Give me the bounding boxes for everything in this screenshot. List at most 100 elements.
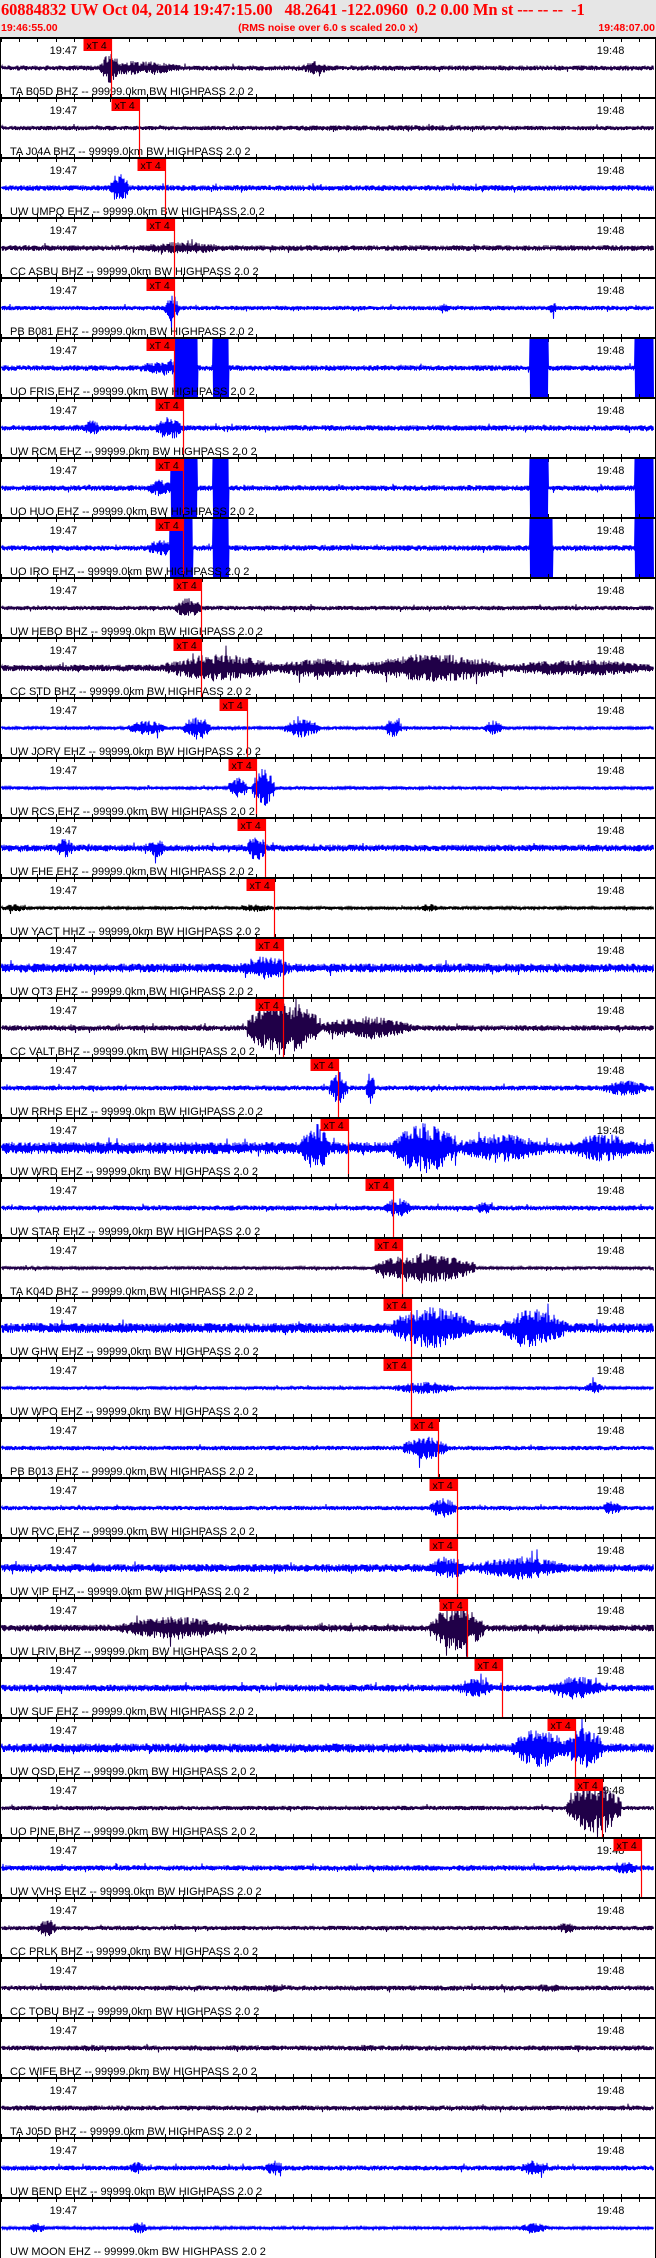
time-tick-label: 19:47	[50, 1005, 78, 1017]
waveform-trace	[0, 716, 654, 740]
station-label: UO FRIS EHZ -- 99999.0km BW HIGHPASS 2.0…	[10, 386, 255, 398]
time-tick-label: 19:47	[50, 1245, 78, 1257]
pick-marker-label: xT 4	[141, 160, 161, 172]
station-label: CC WIFE BHZ -- 99999.0km BW HIGHPASS 2.0…	[10, 2066, 257, 2078]
time-tick-label: 19:48	[597, 885, 625, 897]
pick-marker-label: xT 4	[551, 1720, 571, 1732]
waveform-trace	[0, 1436, 654, 1468]
time-tick-label: 19:48	[597, 705, 625, 717]
time-tick-label: 19:47	[50, 2025, 78, 2037]
waveform-trace	[0, 1549, 654, 1580]
station-label: TA B05D BHZ -- 99999.0km BW HIGHPASS 2.0…	[10, 86, 254, 98]
waveform-trace	[0, 2160, 654, 2178]
time-tick-label: 19:48	[597, 1545, 625, 1557]
time-tick-label: 19:47	[50, 1845, 78, 1857]
waveform-trace	[0, 956, 654, 980]
pick-marker-label: xT 4	[369, 1180, 389, 1192]
time-tick-label: 19:48	[597, 645, 625, 657]
time-tick-label: 19:47	[50, 2145, 78, 2157]
time-tick-label: 19:48	[597, 2145, 625, 2157]
time-tick-label: 19:47	[50, 1905, 78, 1917]
time-tick-label: 19:48	[597, 2085, 625, 2097]
pick-marker-label: xT 4	[314, 1060, 334, 1072]
time-tick-label: 19:48	[597, 1245, 625, 1257]
time-tick-label: 19:47	[50, 765, 78, 777]
time-tick-label: 19:48	[597, 105, 625, 117]
time-tick-label: 19:47	[50, 1125, 78, 1137]
pick-marker-label: xT 4	[259, 940, 279, 952]
time-tick-label: 19:48	[597, 405, 625, 417]
station-label: TA J05D BHZ -- 99999.0km BW HIGHPASS 2.0…	[10, 2126, 252, 2138]
time-tick-label: 19:48	[597, 1905, 625, 1917]
time-tick-label: 19:47	[50, 2205, 78, 2217]
waveform-trace	[0, 2043, 654, 2053]
time-tick-label: 19:47	[50, 1185, 78, 1197]
waveform-trace	[0, 837, 654, 864]
time-tick-label: 19:47	[50, 885, 78, 897]
station-label: UW JORV EHZ -- 99999.0km BW HIGHPASS 2.0…	[10, 746, 261, 758]
waveform-trace	[0, 1377, 654, 1394]
pick-marker-label: xT 4	[414, 1420, 434, 1432]
waveform-trace	[0, 1498, 654, 1518]
time-tick-label: 19:47	[50, 1365, 78, 1377]
station-label: CC STD BHZ -- 99999.0km BW HIGHPASS 2.0 …	[10, 686, 251, 698]
pick-marker-label: xT 4	[617, 1840, 637, 1852]
time-tick-label: 19:47	[50, 1425, 78, 1437]
time-tick-label: 19:47	[50, 1665, 78, 1677]
time-tick-label: 19:47	[50, 1065, 78, 1077]
time-tick-label: 19:47	[50, 645, 78, 657]
rms-note: (RMS noise over 6.0 s scaled 20.0 x)	[238, 22, 418, 34]
waveform-trace	[0, 1673, 654, 1700]
time-tick-label: 19:48	[597, 1305, 625, 1317]
station-label: UW OSD EHZ -- 99999.0km BW HIGHPASS 2.0 …	[10, 1766, 256, 1778]
time-tick-label: 19:47	[50, 1605, 78, 1617]
waveform-trace	[0, 54, 654, 83]
time-tick-label: 19:47	[50, 405, 78, 417]
time-tick-label: 19:48	[597, 465, 625, 477]
station-label: UW RRHS EHZ -- 99999.0km BW HIGHPASS 2.0…	[10, 1106, 263, 1118]
time-tick-label: 19:48	[597, 1005, 625, 1017]
time-tick-label: 19:47	[50, 1545, 78, 1557]
time-tick-label: 19:48	[597, 1365, 625, 1377]
waveform-trace	[0, 1303, 654, 1349]
time-tick-label: 19:48	[597, 285, 625, 297]
pick-marker-label: xT 4	[250, 880, 270, 892]
waveform-trace	[0, 417, 654, 439]
pick-marker-label: xT 4	[578, 1780, 598, 1792]
time-tick-label: 19:47	[50, 165, 78, 177]
time-tick-label: 19:48	[597, 1125, 625, 1137]
time-tick-label: 19:47	[50, 2085, 78, 2097]
station-label: TA J04A BHZ -- 99999.0km BW HIGHPASS 2.0…	[10, 146, 250, 158]
pick-marker-label: xT 4	[478, 1660, 498, 1672]
pick-marker-label: xT 4	[387, 1300, 407, 1312]
time-tick-label: 19:48	[597, 165, 625, 177]
station-label: UW OT3 EHZ -- 99999.0km BW HIGHPASS 2.0 …	[10, 986, 253, 998]
waveform-trace	[0, 598, 654, 616]
time-tick-label: 19:47	[50, 105, 78, 117]
waveform-trace	[0, 1071, 654, 1104]
station-label: UO HUO EHZ -- 99999.0km BW HIGHPASS 2.0 …	[10, 506, 254, 518]
pick-marker-label: xT 4	[115, 100, 135, 112]
time-tick-label: 19:47	[50, 825, 78, 837]
pick-marker-label: xT 4	[378, 1240, 398, 1252]
time-tick-label: 19:48	[597, 1065, 625, 1077]
waveform-trace	[0, 1253, 654, 1284]
pick-marker-label: xT 4	[150, 220, 170, 232]
station-label: UO PINE BHZ -- 99999.0km BW HIGHPASS 2.0…	[10, 1826, 256, 1838]
station-label: UW HEBO BHZ -- 99999.0km BW HIGHPASS 2.0…	[10, 626, 263, 638]
pick-marker-label: xT 4	[159, 520, 179, 532]
waveform-trace	[0, 1862, 654, 1874]
station-label: UW GHW EHZ -- 99999.0km BW HIGHPASS 2.0 …	[10, 1346, 259, 1358]
waveform-trace	[0, 2222, 654, 2234]
waveform-trace	[0, 1198, 654, 1217]
station-label: UW SUF EHZ -- 99999.0km BW HIGHPASS 2.0 …	[10, 1706, 254, 1718]
time-tick-label: 19:48	[597, 1485, 625, 1497]
pick-marker-label: xT 4	[324, 1120, 344, 1132]
pick-marker-label: xT 4	[433, 1540, 453, 1552]
time-tick-label: 19:47	[50, 225, 78, 237]
station-label: CC TOBU BHZ -- 99999.0km BW HIGHPASS 2.0…	[10, 2006, 259, 2018]
station-label: UW YACT HHZ -- 99999.0km BW HIGHPASS 2.0…	[10, 926, 260, 938]
pick-marker-label: xT 4	[223, 700, 243, 712]
time-tick-label: 19:48	[597, 1725, 625, 1737]
station-label: PB B013 EHZ -- 99999.0km BW HIGHPASS 2.0…	[10, 1466, 254, 1478]
